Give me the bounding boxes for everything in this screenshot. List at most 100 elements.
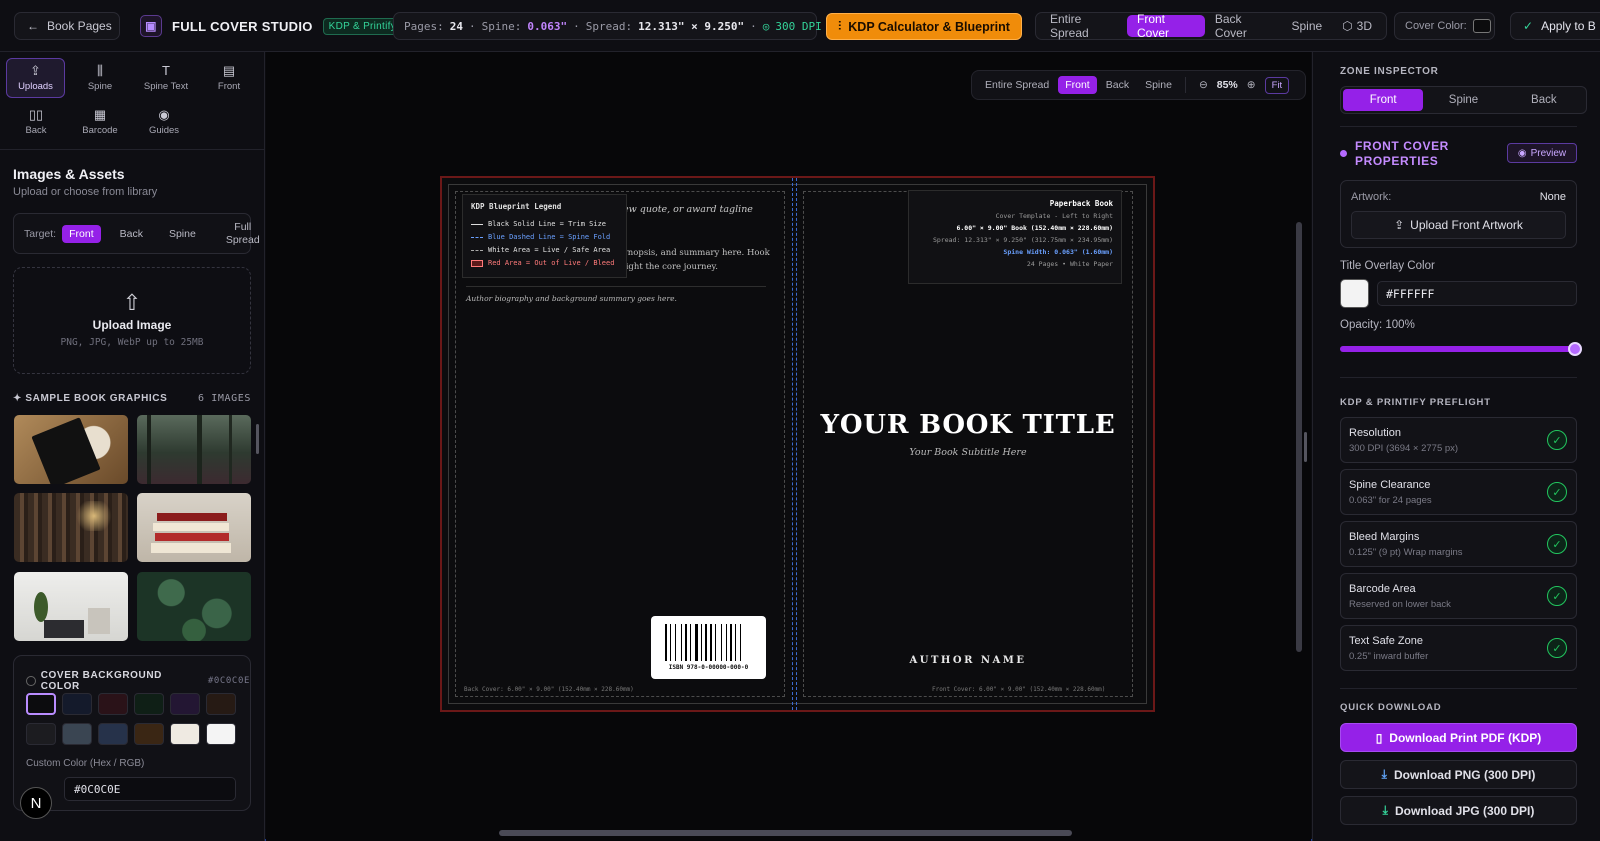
legend-title: KDP Blueprint Legend: [471, 202, 562, 211]
tool-uploads[interactable]: ⇪ Uploads: [6, 58, 65, 98]
barcode-bar: [703, 624, 704, 661]
download-png-button[interactable]: ⤓ Download PNG (300 DPI): [1340, 760, 1577, 789]
book-shape: [153, 523, 229, 531]
n-avatar-badge[interactable]: N: [20, 787, 52, 819]
canvas-tab-back[interactable]: Back: [1099, 76, 1136, 94]
opacity-slider[interactable]: [1340, 342, 1582, 356]
sidebar-scrollbar[interactable]: [256, 424, 259, 454]
check-sub: 0.063" for 24 pages: [1349, 495, 1432, 506]
color-swatch[interactable]: [26, 693, 56, 715]
target-back[interactable]: Back: [113, 225, 150, 243]
color-swatch[interactable]: [62, 693, 92, 715]
book-subtitle[interactable]: Your Book Subtitle Here: [803, 447, 1133, 458]
tool-barcode[interactable]: ▦ Barcode: [70, 102, 130, 142]
tool-back[interactable]: ▯▯ Back: [6, 102, 66, 142]
radio-icon[interactable]: [26, 676, 36, 686]
separator-dot: ·: [469, 19, 476, 33]
upload-front-artwork-button[interactable]: ⇪ Upload Front Artwork: [1351, 211, 1566, 239]
color-swatch[interactable]: [134, 723, 164, 745]
tool-front[interactable]: ▤ Front: [199, 58, 259, 98]
sample-image-book[interactable]: [14, 415, 128, 484]
cover-color-swatch[interactable]: [1472, 19, 1491, 33]
vertical-scrollbar[interactable]: [1296, 222, 1302, 652]
barcode-bar: [740, 624, 741, 661]
zoom-out-icon[interactable]: ⊖: [1192, 76, 1215, 94]
solid-line-icon: [471, 223, 483, 225]
panel-scrollbar[interactable]: [1304, 432, 1307, 462]
download-pdf-label: Download Print PDF (KDP): [1389, 730, 1542, 745]
sample-image-book-stack[interactable]: [137, 493, 251, 562]
custom-color-label: Custom Color (Hex / RGB): [26, 758, 145, 769]
tab-spine[interactable]: Spine: [1281, 15, 1332, 37]
color-swatch[interactable]: [170, 693, 200, 715]
check-title: Bleed Margins: [1349, 531, 1420, 543]
tab-back-cover[interactable]: Back Cover: [1205, 12, 1282, 40]
file-icon: ▯: [1375, 730, 1383, 745]
download-pdf-button[interactable]: ▯ Download Print PDF (KDP): [1340, 723, 1577, 752]
opacity-knob[interactable]: [1568, 342, 1582, 356]
spine-fold-line: [792, 178, 793, 710]
red-area-icon: [471, 259, 483, 267]
zone-tab-front[interactable]: Front: [1343, 89, 1424, 111]
fit-button[interactable]: Fit: [1264, 76, 1290, 94]
zone-tab-back[interactable]: Back: [1504, 89, 1584, 111]
canvas-controls: Entire Spread Front Back Spine ⊖ 85% ⊕ F…: [971, 70, 1306, 100]
author-bio[interactable]: Author biography and background summary …: [466, 294, 677, 303]
tool-spine[interactable]: ⫼ Spine: [70, 58, 130, 98]
preview-button[interactable]: ◉ Preview: [1507, 143, 1577, 163]
book-icon: ▣: [140, 15, 162, 37]
target-spine[interactable]: Spine: [162, 225, 203, 243]
upload-dropzone[interactable]: ⇧ Upload Image PNG, JPG, WebP up to 25MB: [13, 267, 251, 374]
cover-color-picker[interactable]: Cover Color:: [1394, 12, 1495, 40]
color-swatch[interactable]: [134, 693, 164, 715]
overlay-color-input[interactable]: #FFFFFF: [1377, 281, 1577, 306]
canvas-tab-spine[interactable]: Spine: [1138, 76, 1179, 94]
cover-spread[interactable]: ew quote, or award tagline ynopsis, and …: [440, 176, 1155, 712]
zoom-in-icon[interactable]: ⊕: [1240, 76, 1263, 94]
barcode-bar: [672, 624, 674, 661]
color-swatch[interactable]: [206, 693, 236, 715]
tab-front-cover[interactable]: Front Cover: [1127, 12, 1205, 40]
color-swatch[interactable]: [98, 693, 128, 715]
sample-image-leaves[interactable]: [137, 572, 251, 641]
tab-3d[interactable]: ⬡ 3D: [1332, 15, 1382, 37]
download-jpg-button[interactable]: ⤓ Download JPG (300 DPI): [1340, 796, 1577, 825]
tool-spine-text[interactable]: T Spine Text: [134, 58, 198, 98]
cube-icon: ⬡: [1342, 19, 1353, 33]
shield-check-icon: ◎: [762, 19, 770, 33]
tool-guides[interactable]: ◉ Guides: [134, 102, 194, 142]
canvas-tab-entire-spread[interactable]: Entire Spread: [978, 76, 1056, 94]
tab-entire-spread[interactable]: Entire Spread: [1040, 12, 1127, 40]
barcode-box[interactable]: ISBN 978-0-00000-000-0: [651, 616, 766, 679]
sample-image-library[interactable]: [14, 493, 128, 562]
samples-count: 6 IMAGES: [198, 393, 251, 404]
color-swatch[interactable]: [98, 723, 128, 745]
apply-button[interactable]: ✓ Apply to B: [1510, 12, 1600, 40]
target-front[interactable]: Front: [62, 224, 101, 243]
barcode-bar: [677, 624, 680, 661]
custom-color-input[interactable]: #0C0C0E: [64, 777, 236, 801]
target-full-spread[interactable]: Full Spread: [219, 218, 267, 250]
barcode-bar: [683, 624, 684, 661]
book-title[interactable]: YOUR BOOK TITLE: [803, 410, 1133, 440]
sample-image-interior[interactable]: [14, 572, 128, 641]
color-swatch[interactable]: [26, 723, 56, 745]
author-name[interactable]: AUTHOR NAME: [803, 655, 1133, 666]
color-swatch[interactable]: [62, 723, 92, 745]
overlay-color-swatch[interactable]: [1340, 279, 1369, 308]
samples-title: SAMPLE BOOK GRAPHICS: [25, 393, 168, 404]
sofa-shape: [44, 620, 84, 638]
check-title: Resolution: [1349, 427, 1401, 439]
horizontal-scrollbar[interactable]: [499, 830, 1072, 836]
sample-image-forest[interactable]: [137, 415, 251, 484]
canvas-tab-front[interactable]: Front: [1058, 76, 1097, 94]
color-swatch[interactable]: [170, 723, 200, 745]
zone-tab-spine[interactable]: Spine: [1423, 89, 1503, 111]
cabinet-shape: [88, 608, 110, 634]
check-title: Text Safe Zone: [1349, 635, 1423, 647]
back-blurb[interactable]: ynopsis, and summary here. Hook light th…: [623, 246, 783, 274]
kdp-calculator-button[interactable]: ⫶ KDP Calculator & Blueprint: [826, 13, 1022, 40]
color-swatch[interactable]: [206, 723, 236, 745]
back-quote[interactable]: ew quote, or award tagline: [623, 204, 753, 215]
back-button[interactable]: ← Book Pages: [14, 12, 120, 40]
